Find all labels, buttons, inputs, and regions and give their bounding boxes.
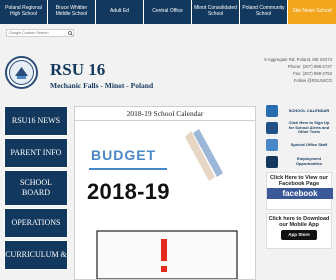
left-menu: RSU16 NEWS PARENT INFO SCHOOL BOARD OPER…: [4, 106, 68, 272]
tab-poland-regional-high[interactable]: Poland Regional High School: [0, 0, 48, 24]
tab-bruce-whittier-middle[interactable]: Bruce Whittier Middle School: [48, 0, 96, 24]
employment-link[interactable]: Employment Opportunities: [266, 155, 332, 169]
contact-info: 5 Aggregate Rd, Poland, ME 04274 Phone: …: [242, 56, 332, 84]
special-office-label: Special Office Staff: [290, 141, 328, 147]
menu-item-curriculum[interactable]: CURRICULUM &: [4, 240, 68, 270]
contact-social[interactable]: Follow @RSU16CO: [242, 77, 332, 84]
tab-central-office[interactable]: Central Office: [144, 0, 192, 24]
menu-item-school-board[interactable]: SCHOOL BOARD: [4, 170, 68, 206]
calendar-icon: [266, 105, 278, 117]
menu-item-operations[interactable]: OPERATIONS: [4, 208, 68, 238]
year-text: 2018-19: [87, 179, 170, 204]
search-icon[interactable]: [67, 30, 73, 36]
search-box: [6, 29, 74, 37]
site-subtitle: Mechanic Falls - Minot - Poland: [50, 81, 154, 90]
tab-site-news[interactable]: Site News School: [288, 0, 336, 24]
calendar-panel: 2018-19 School Calendar BUDGET 2018-19: [74, 106, 256, 280]
tab-adult-ed[interactable]: Adult Ed: [96, 0, 144, 24]
app-store-icon[interactable]: App Store: [281, 230, 317, 241]
briefcase-icon: [266, 156, 278, 168]
budget-text: BUDGET: [91, 147, 157, 163]
special-office-link[interactable]: Special Office Staff: [266, 138, 332, 152]
mobile-app-block[interactable]: Click here to Download our Mobile App Ap…: [266, 213, 332, 249]
facebook-block[interactable]: Click Here to View our Facebook Page fac…: [266, 172, 333, 210]
tab-minot-consolidated[interactable]: Minot Consolidated School: [192, 0, 240, 24]
site-title[interactable]: RSU 16: [50, 60, 105, 80]
right-sidebar: SCHOOL CALENDAR Click Here to Sign Up fo…: [266, 104, 333, 252]
district-logo[interactable]: [5, 56, 38, 89]
menu-item-parent-info[interactable]: PARENT INFO: [4, 138, 68, 168]
top-nav: Poland Regional High School Bruce Whitti…: [0, 0, 336, 24]
search-input[interactable]: [7, 30, 67, 36]
phone-alert-icon: [266, 122, 278, 134]
alerts-signup-label: Click Here to Sign Up for School Alerts …: [288, 120, 330, 135]
school-calendar-link[interactable]: SCHOOL CALENDAR: [266, 104, 332, 118]
school-calendar-label: SCHOOL CALENDAR: [288, 107, 330, 113]
contact-fax: Fax: (207) 998-2753: [293, 71, 332, 76]
employment-label: Employment Opportunities: [295, 156, 323, 166]
tab-poland-community[interactable]: Poland Community School: [240, 0, 288, 24]
panel-title[interactable]: 2018-19 School Calendar: [75, 109, 255, 121]
facebook-icon[interactable]: facebook: [267, 188, 333, 200]
contact-phone: Phone: (207) 998-2727: [287, 64, 332, 69]
alerts-signup-link[interactable]: Click Here to Sign Up for School Alerts …: [266, 120, 332, 135]
mobile-app-text: Click here to Download our Mobile App: [268, 216, 330, 229]
menu-item-rsu16-news[interactable]: RSU16 NEWS: [4, 106, 68, 136]
office-icon: [266, 139, 278, 151]
exclamation-icon: [161, 239, 167, 261]
contact-address: 5 Aggregate Rd, Poland, ME 04274: [264, 57, 332, 62]
facebook-text: Click Here to View our Facebook Page: [270, 175, 328, 188]
